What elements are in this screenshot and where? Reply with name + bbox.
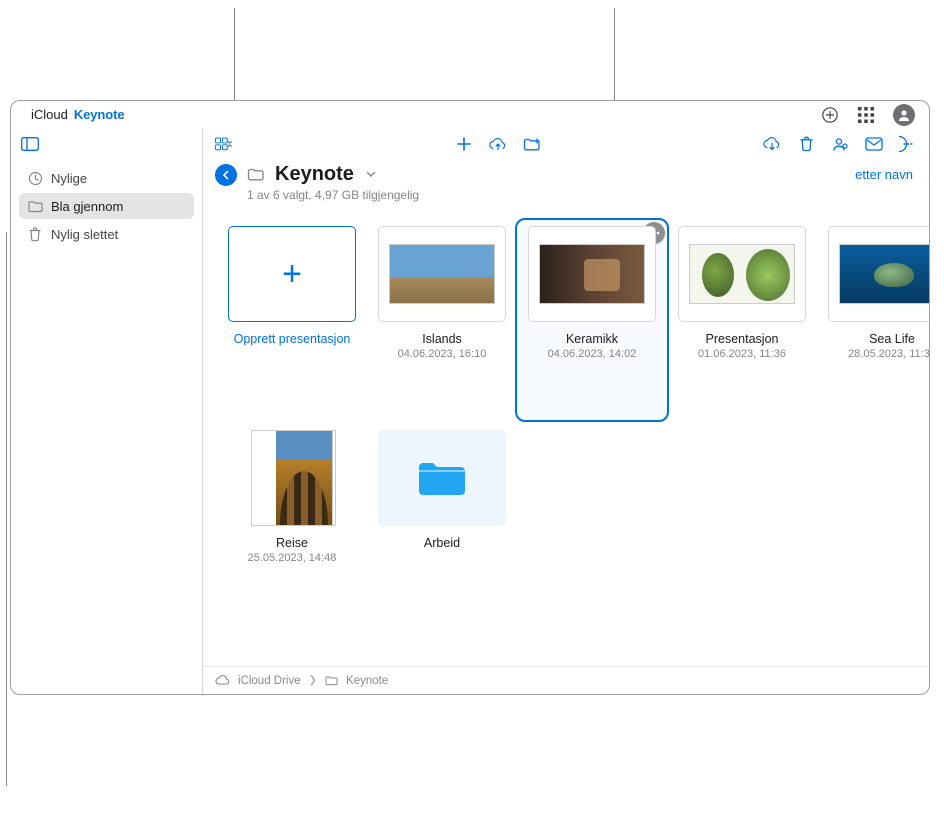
file-thumbnail xyxy=(242,430,342,526)
brand-app-name: Keynote xyxy=(74,107,125,122)
file-name: Sea Life xyxy=(869,332,915,346)
sidebar: Nylige Bla gjennom Nylig slettet xyxy=(11,129,203,694)
view-mode-icon[interactable] xyxy=(215,135,233,153)
clock-icon xyxy=(27,171,43,186)
path-segment-root[interactable]: iCloud Drive xyxy=(238,675,301,687)
file-name: Reise xyxy=(276,536,308,550)
account-avatar-icon[interactable] xyxy=(893,104,915,126)
file-thumbnail xyxy=(528,226,656,322)
back-button[interactable] xyxy=(215,164,237,186)
callout-line xyxy=(6,232,7,786)
file-tile-keramikk[interactable]: Keramikk 04.06.2023, 14:02 xyxy=(517,220,667,420)
folder-tile-arbeid[interactable]: Arbeid xyxy=(367,424,517,624)
upload-cloud-icon[interactable] xyxy=(489,135,507,153)
delete-icon[interactable] xyxy=(797,135,815,153)
sidebar-item-label: Nylige xyxy=(51,171,87,186)
file-tile-presentasjon[interactable]: Presentasjon 01.06.2023, 11:36 xyxy=(667,220,817,420)
folder-thumbnail xyxy=(378,430,506,526)
brand-icloud: iCloud xyxy=(31,107,68,122)
app-launcher-icon[interactable] xyxy=(857,106,875,124)
folder-name: Arbeid xyxy=(424,536,460,550)
trash-icon xyxy=(27,227,43,242)
path-bar: iCloud Drive ❯ Keynote xyxy=(203,666,929,694)
download-cloud-icon[interactable] xyxy=(763,135,781,153)
app-window: iCloud Keynote xyxy=(10,100,930,695)
file-tile-reise[interactable]: Reise 25.05.2023, 14:48 xyxy=(217,424,367,624)
add-circle-icon[interactable] xyxy=(821,106,839,124)
file-date: 04.06.2023, 14:02 xyxy=(548,348,637,360)
collaborate-icon[interactable] xyxy=(831,135,849,153)
cloud-icon xyxy=(215,675,230,686)
chevron-down-icon[interactable] xyxy=(366,171,376,178)
file-name: Presentasjon xyxy=(706,332,779,346)
sidebar-item-label: Nylig slettet xyxy=(51,227,118,242)
main-content: Keynote etter navn 1 av 6 valgt, 4,97 GB… xyxy=(203,129,929,694)
file-tile-sea-life[interactable]: Sea Life 28.05.2023, 11:34 xyxy=(817,220,929,420)
folder-icon xyxy=(247,167,265,182)
sidebar-item-label: Bla gjennom xyxy=(51,199,123,214)
sort-button[interactable]: etter navn xyxy=(855,167,917,182)
create-presentation-tile[interactable]: + Opprett presentasjon xyxy=(217,220,367,420)
file-thumbnail xyxy=(678,226,806,322)
sidebar-item-recents[interactable]: Nylige xyxy=(19,165,194,191)
folder-icon xyxy=(325,675,338,686)
file-name: Islands xyxy=(422,332,462,346)
folder-icon xyxy=(27,200,43,213)
titlebar-actions xyxy=(821,104,915,126)
file-date: 01.06.2023, 11:36 xyxy=(698,348,786,360)
file-tile-islands[interactable]: Islands 04.06.2023, 16:10 xyxy=(367,220,517,420)
more-actions-icon[interactable] xyxy=(899,135,917,153)
file-date: 28.05.2023, 11:34 xyxy=(848,348,929,360)
new-document-icon[interactable] xyxy=(455,135,473,153)
file-thumbnail xyxy=(828,226,929,322)
plus-icon: + xyxy=(282,255,302,294)
path-segment-current[interactable]: Keynote xyxy=(346,675,388,687)
file-date: 04.06.2023, 16:10 xyxy=(398,348,487,360)
selection-status: 1 av 6 valgt, 4,97 GB tilgjengelig xyxy=(203,186,929,210)
folder-icon xyxy=(415,457,469,499)
brand: iCloud Keynote xyxy=(25,107,124,122)
share-mail-icon[interactable] xyxy=(865,135,883,153)
titlebar: iCloud Keynote xyxy=(11,101,929,129)
file-name: Keramikk xyxy=(566,332,618,346)
file-grid: + Opprett presentasjon Islands 04.06.202… xyxy=(203,210,929,666)
location-title[interactable]: Keynote xyxy=(275,163,354,186)
file-thumbnail xyxy=(378,226,506,322)
create-thumb: + xyxy=(228,226,356,322)
sidebar-toggle-icon[interactable] xyxy=(21,135,39,153)
location-header: Keynote etter navn xyxy=(203,159,929,186)
new-folder-icon[interactable] xyxy=(523,135,541,153)
toolbar xyxy=(203,129,929,159)
chevron-right-icon: ❯ xyxy=(309,675,317,686)
create-label: Opprett presentasjon xyxy=(234,332,351,346)
sidebar-item-browse[interactable]: Bla gjennom xyxy=(19,193,194,219)
sidebar-item-recently-deleted[interactable]: Nylig slettet xyxy=(19,221,194,247)
file-date: 25.05.2023, 14:48 xyxy=(248,552,337,564)
